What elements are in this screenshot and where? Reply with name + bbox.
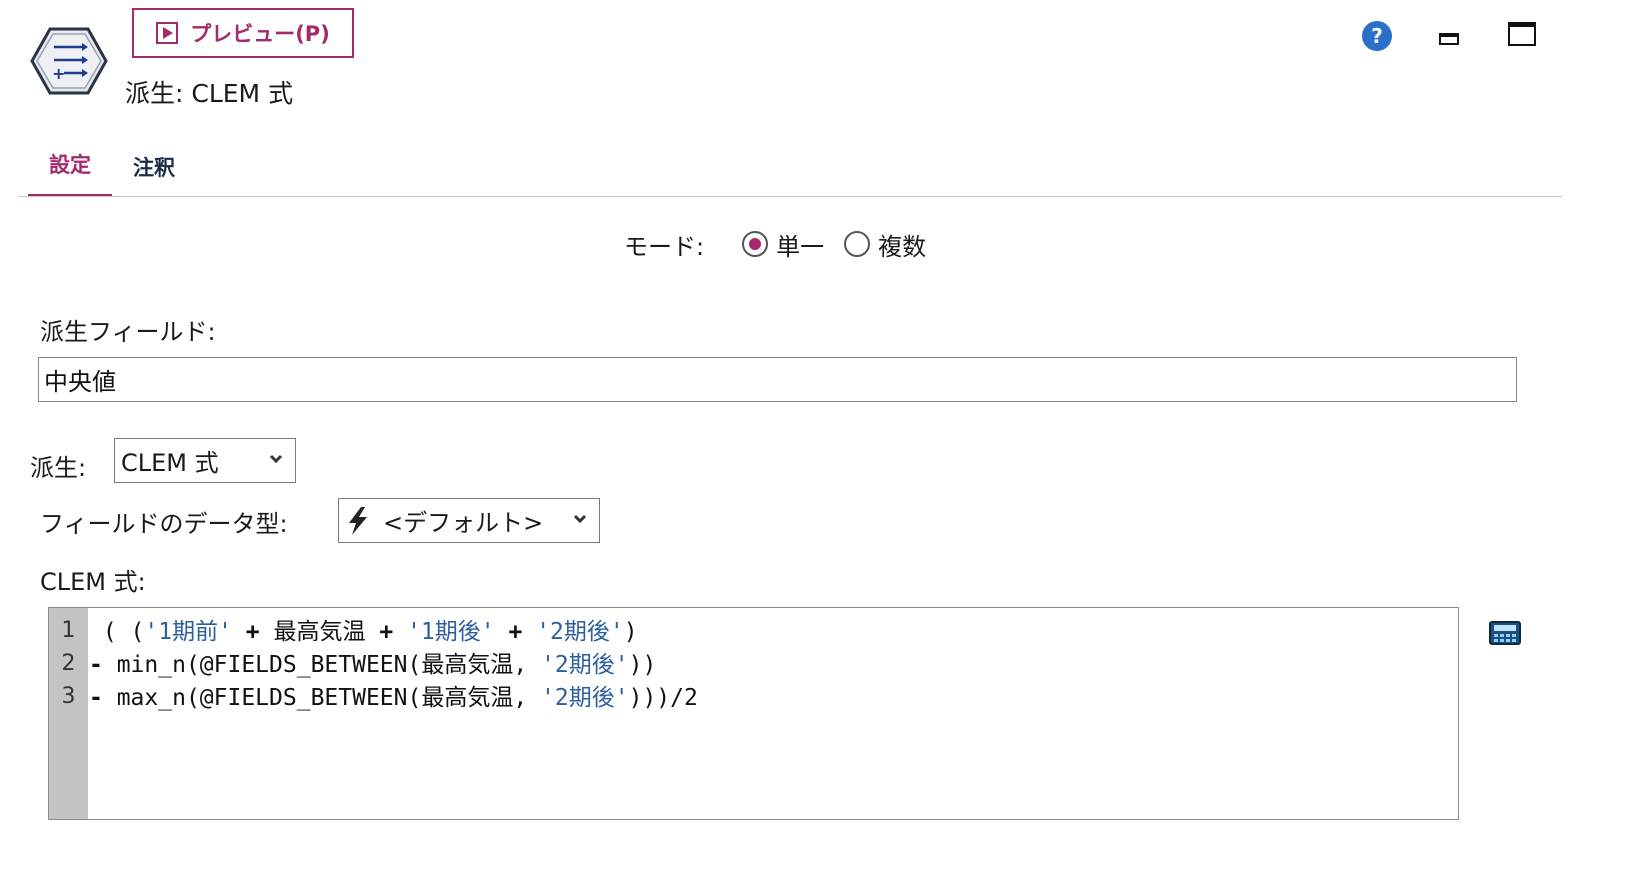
clem-expression-editor[interactable]: 1 2 3 ( ('1期前' + 最高気温 + '1期後' + '2期後') -… — [48, 607, 1459, 820]
minimize-icon[interactable] — [1439, 33, 1459, 45]
code-line[interactable]: - max_n(@FIELDS_BETWEEN(最高気温, '2期後')))/2 — [89, 678, 698, 712]
mode-row: モード: 単一 複数 — [624, 226, 946, 262]
svg-text:+: + — [52, 64, 65, 83]
field-type-select[interactable]: <デフォルト> — [338, 498, 600, 543]
derive-as-value: CLEM 式 — [121, 449, 219, 477]
mode-multiple-radio-option[interactable]: 複数 — [844, 227, 926, 262]
derive-field-label: 派生フィールド: — [40, 318, 216, 346]
clem-label: CLEM 式: — [40, 568, 146, 596]
mode-single-radio-option[interactable]: 単一 — [742, 227, 824, 262]
line-number: 2 — [61, 651, 76, 676]
chevron-down-icon — [573, 514, 587, 524]
line-number: 1 — [61, 618, 76, 643]
preview-button[interactable]: プレビュー(P) — [132, 8, 354, 58]
radio-selected-icon[interactable] — [742, 231, 769, 257]
tab-divider — [18, 196, 1562, 197]
svg-text:?: ? — [1371, 24, 1383, 48]
tab-settings[interactable]: 設定 — [28, 145, 112, 197]
field-type-label: フィールドのデータ型: — [40, 510, 288, 538]
derive-field-input[interactable] — [38, 357, 1517, 402]
field-type-value: <デフォルト> — [383, 509, 544, 537]
chevron-down-icon — [269, 454, 283, 464]
help-icon[interactable]: ? — [1361, 20, 1393, 52]
preview-label: プレビュー(P) — [190, 22, 330, 46]
derive-as-select[interactable]: CLEM 式 — [114, 438, 296, 483]
maximize-icon[interactable] — [1508, 22, 1536, 46]
play-icon — [156, 22, 179, 44]
tab-annotation[interactable]: 注釈 — [112, 145, 196, 197]
mode-multiple-label: 複数 — [878, 232, 927, 261]
lightning-icon — [349, 506, 367, 535]
code-line[interactable]: ( ('1期前' + 最高気温 + '1期後' + '2期後') — [89, 612, 638, 646]
code-line[interactable]: - min_n(@FIELDS_BETWEEN(最高気温, '2期後')) — [89, 645, 656, 679]
derive-as-label: 派生: — [30, 454, 87, 482]
radio-unselected-icon[interactable] — [844, 231, 871, 257]
derive-node-icon: + — [30, 27, 108, 95]
line-number: 3 — [61, 684, 76, 709]
expression-builder-icon[interactable] — [1489, 620, 1521, 646]
mode-label: モード: — [624, 232, 705, 261]
node-title: 派生: CLEM 式 — [125, 79, 294, 108]
mode-single-label: 単一 — [776, 232, 825, 261]
